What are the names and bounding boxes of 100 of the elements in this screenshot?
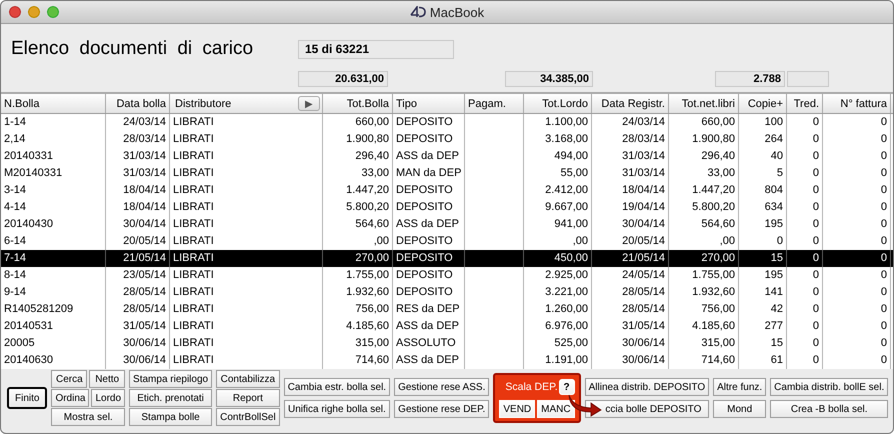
column-header[interactable]: Distributore [175,98,232,110]
table-cell: ASSOLUTO [393,335,465,352]
column-header[interactable]: N° fattura [823,94,891,113]
table-cell: 0 [787,148,823,165]
table-cell: 195 [739,267,787,284]
table-cell: ASS da DEP [393,148,465,165]
table-cell: 277 [739,318,787,335]
toolbar-button[interactable]: Altre funz. [713,378,766,396]
table-cell: LIBRATI [170,284,323,301]
table-cell: LIBRATI [170,131,323,148]
table-cell: 23/05/14 [106,267,170,284]
zoom-icon[interactable] [47,6,59,18]
table-cell: 6.976,00 [524,318,592,335]
toolbar-button[interactable]: Stampa bolle [129,408,212,426]
column-header[interactable]: Data bolla [106,94,170,113]
toolbar-button[interactable]: Gestione rese ASS. [394,378,490,396]
table-cell: 0 [823,148,891,165]
table-cell: 0 [787,318,823,335]
table-cell: 3.221,00 [524,284,592,301]
table-cell: 564,60 [323,216,393,233]
table-cell: 1.447,20 [323,182,393,199]
table-cell: 195 [739,216,787,233]
table-cell: 5 [739,165,787,182]
column-header[interactable]: Tot.Lordo [524,94,592,113]
table-cell: 21/05/14 [106,250,170,267]
table-cell: LIBRATI [170,114,323,131]
toolbar-button[interactable]: Ordina [51,389,90,407]
table-cell: 264 [739,131,787,148]
table-cell: LIBRATI [170,165,323,182]
toolbar-button[interactable]: Mostra sel. [51,408,126,426]
table-cell: 33,00 [323,165,393,182]
table-cell: 42 [739,301,787,318]
toolbar-button[interactable]: Netto [89,370,126,388]
table-cell: 1.100,00 [524,114,592,131]
table-cell: 31/05/14 [592,318,669,335]
toolbar-button[interactable]: Gestione rese DEP. [394,400,490,418]
table-cell: 20140331 [1,148,106,165]
table-cell: 28/05/14 [592,284,669,301]
table-cell: 296,40 [323,148,393,165]
table-cell: R1405281209 [1,301,106,318]
toolbar-button[interactable]: VEND [499,400,536,418]
table-cell: 28/05/14 [106,284,170,301]
table-cell: 0 [823,250,891,267]
toolbar-button[interactable]: MANC [537,400,575,418]
finish-button[interactable]: Finito [7,387,48,409]
table-cell: 0 [787,131,823,148]
table-cell: 0 [823,318,891,335]
toolbar-button[interactable]: Contabilizza [216,370,280,388]
help-button[interactable]: ? [558,379,575,395]
close-icon[interactable] [9,6,21,18]
table-cell: 660,00 [669,114,739,131]
table-cell: 0 [787,114,823,131]
minimize-icon[interactable] [28,6,40,18]
table-cell: 31/03/14 [592,148,669,165]
toolbar-button[interactable]: Mond [713,400,766,418]
record-count-field: 15 di 63221 [298,40,454,58]
table-cell: 28/05/14 [106,301,170,318]
table-cell: DEPOSITO [393,182,465,199]
table-cell: 756,00 [669,301,739,318]
toolbar-button[interactable]: Report [216,389,280,407]
table-cell: 270,00 [323,250,393,267]
toolbar-button[interactable]: ccia bolle DEPOSITO [584,400,710,418]
column-header[interactable]: Data Registr. [592,94,669,113]
toolbar-button[interactable]: Crea -B bolla sel. [770,400,888,418]
table-cell: 0 [823,267,891,284]
expand-columns-button[interactable]: ▶ [298,96,320,111]
table-cell: 55,00 [524,165,592,182]
toolbar-button[interactable]: Cerca [51,370,88,388]
table-cell: 0 [823,165,891,182]
column-header[interactable]: N.Bolla [1,94,106,113]
total-field: 34.385,00 [505,71,593,87]
toolbar-button[interactable]: Etich. prenotati [129,389,212,407]
toolbar-button[interactable]: Cambia distrib. bollE sel. [770,378,888,396]
column-header[interactable]: Tipo [393,94,465,113]
table-cell: ASS da DEP [393,216,465,233]
column-header[interactable]: Tot.net.libri [669,94,739,113]
toolbar-button[interactable]: Cambia estr. bolla sel. [284,378,390,396]
column-header[interactable]: Pagam. [465,94,524,113]
table-cell: LIBRATI [170,335,323,352]
table-cell: 0 [787,335,823,352]
toolbar-button[interactable]: Stampa riepilogo [129,370,212,388]
table-cell: 30/06/14 [106,335,170,352]
table-cell: 31/05/14 [106,318,170,335]
table-cell: 28/05/14 [592,301,669,318]
toolbar-button[interactable]: ContrBollSel [216,408,280,426]
table-cell: 31/03/14 [592,165,669,182]
table-cell: 0 [787,216,823,233]
column-header[interactable]: Copie+ [739,94,787,113]
toolbar-button[interactable]: Allinea distrib. DEPOSITO [584,378,710,396]
table-cell: 0 [787,284,823,301]
toolbar-button[interactable]: Unifica righe bolla sel. [284,400,390,418]
table-cell: 31/03/14 [106,165,170,182]
toolbar-button[interactable]: Lordo [91,389,126,407]
table-cell: LIBRATI [170,301,323,318]
column-header[interactable]: Tred. [787,94,823,113]
table-cell: 20140531 [1,318,106,335]
table-cell: 0 [787,301,823,318]
table-cell: 804 [739,182,787,199]
column-header[interactable]: Tot.Bolla [323,94,393,113]
table-cell: 2.412,00 [524,182,592,199]
